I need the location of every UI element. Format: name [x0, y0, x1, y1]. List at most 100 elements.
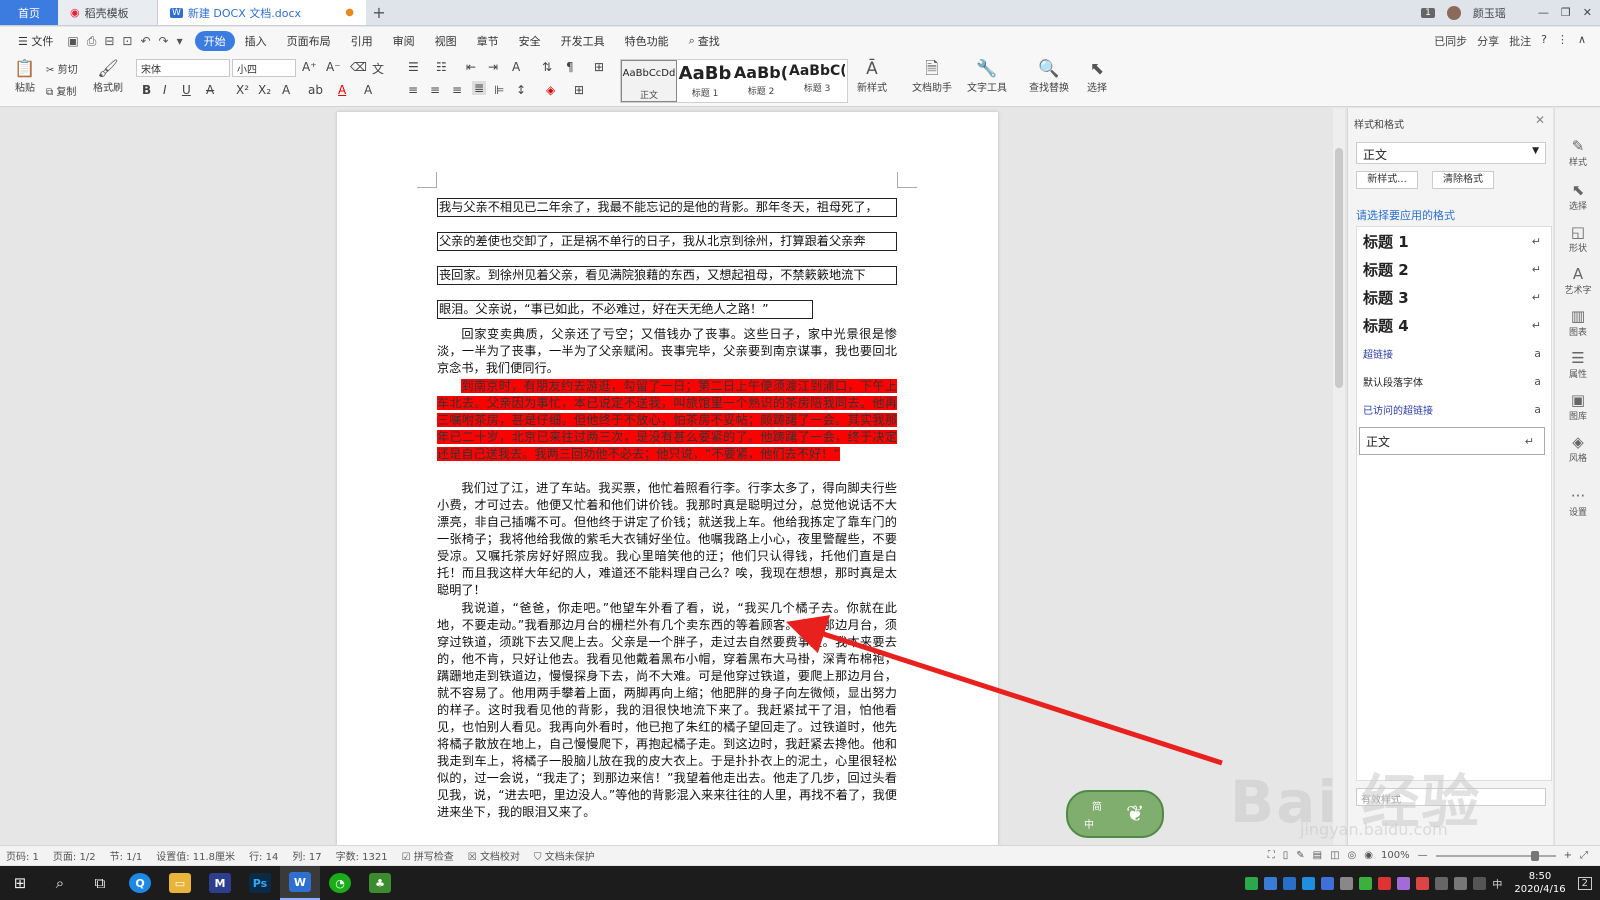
taskbar-explorer[interactable]: ▭ [160, 866, 200, 900]
align-left-icon[interactable]: ≡ [408, 83, 418, 97]
status-page[interactable]: 页码: 1 [6, 848, 39, 863]
align-right-icon[interactable]: ≡ [452, 83, 462, 97]
style-list-item[interactable]: 标题 1 ↵ [1357, 227, 1551, 255]
globe-icon[interactable]: ◎ [1348, 850, 1357, 861]
menu-file[interactable]: ☰ 文件 [8, 31, 63, 51]
tool-styles[interactable]: ✎ 样式 [1555, 138, 1600, 169]
taskbar-app-m[interactable]: M [200, 866, 240, 900]
task-view-icon[interactable]: ⧉ [80, 866, 120, 900]
tray-cloud-icon[interactable] [1302, 876, 1316, 890]
tray-pen-icon[interactable] [1473, 876, 1487, 890]
taskbar-app-green[interactable]: ♣ [360, 866, 400, 900]
maximize-button[interactable]: ❐ [1561, 6, 1571, 19]
new-tab-button[interactable]: + [366, 0, 392, 25]
print-icon[interactable]: ⊟ [100, 34, 118, 48]
tab-document[interactable]: W 新建 DOCX 文档.docx ● [158, 0, 366, 25]
protect-status[interactable]: ⛉ 文档未保护 [534, 848, 595, 863]
grow-font-icon[interactable]: A⁺ [302, 60, 317, 74]
system-clock[interactable]: 8:50 2020/4/16 [1514, 870, 1565, 896]
tray-mic-icon[interactable] [1340, 876, 1354, 890]
tool-select[interactable]: ⬉ 选择 [1555, 182, 1600, 213]
char-shading-icon[interactable]: A [364, 83, 372, 97]
menu-search[interactable]: ⌕ 查找 [679, 31, 730, 51]
collapse-ribbon-icon[interactable]: ∧ [1578, 33, 1586, 49]
style-heading-1[interactable]: AaBb 标题 1 [677, 60, 733, 102]
ime-mode-simplified[interactable]: 简 [1092, 798, 1102, 813]
preview-icon[interactable]: ⊡ [118, 34, 136, 48]
save-icon[interactable]: ▣ [63, 34, 82, 48]
cut-button[interactable]: ✂ 剪切 [46, 61, 78, 76]
document-canvas[interactable]: 我与父亲不相见已二年余了，我最不能忘记的是他的背影。那年冬天，祖母死了， 父亲的… [0, 108, 1330, 845]
taskbar-wechat[interactable]: ◔ [320, 866, 360, 900]
pinyin-icon[interactable]: 文 [372, 60, 384, 77]
menu-insert[interactable]: 插入 [235, 31, 277, 51]
help-icon[interactable]: ? [1541, 33, 1547, 49]
line-spacing-icon[interactable]: ↕ [516, 83, 526, 97]
web-view-icon[interactable]: ◫ [1330, 850, 1339, 861]
panel-close-icon[interactable]: ✕ [1535, 113, 1545, 127]
clear-format-icon[interactable]: ⌫ [350, 60, 367, 74]
status-section[interactable]: 节: 1/1 [110, 848, 143, 863]
tray-network-icon[interactable] [1435, 876, 1449, 890]
style-heading-2[interactable]: AaBb(标题 2 [733, 60, 789, 102]
customize-chevron-icon[interactable]: ▾ [173, 34, 187, 48]
doc-helper-button[interactable]: 🗎 文档助手 [910, 59, 954, 94]
style-list-item[interactable]: 已访问的超链接 a [1357, 395, 1551, 423]
eye-icon[interactable]: ◉ [1364, 850, 1373, 861]
increase-indent-icon[interactable]: ⇥ [488, 60, 498, 74]
shading-icon[interactable]: ◈ [546, 83, 555, 97]
tray-purple-icon[interactable] [1397, 876, 1411, 890]
font-color-icon[interactable]: A [338, 83, 346, 97]
menu-references[interactable]: 引用 [341, 31, 383, 51]
tray-volume-icon[interactable] [1454, 876, 1468, 890]
zoom-level[interactable]: 100% [1381, 850, 1410, 861]
text-effect-icon[interactable]: A [282, 83, 290, 97]
tool-properties[interactable]: ☰ 属性 [1555, 350, 1600, 381]
menu-chapter[interactable]: 章节 [467, 31, 509, 51]
edit-mode-icon[interactable]: ✎ [1296, 850, 1304, 861]
menu-view[interactable]: 视图 [425, 31, 467, 51]
tray-box-icon[interactable] [1264, 876, 1278, 890]
bullets-icon[interactable]: ☰ [408, 60, 419, 74]
strikethrough-icon[interactable]: A [206, 83, 214, 97]
new-style-button[interactable]: Ā 新样式 [852, 59, 892, 94]
sync-status[interactable]: 已同步 [1434, 33, 1467, 49]
close-button[interactable]: ✕ [1583, 6, 1592, 19]
windows-start-icon[interactable]: ⊞ [0, 866, 40, 900]
style-list-item[interactable]: 正文 ↵ [1359, 427, 1545, 455]
copy-button[interactable]: ⧉ 复制 [46, 83, 76, 98]
panel-clear-format-button[interactable]: 清除格式 [1432, 171, 1494, 189]
tool-theme[interactable]: ◈ 风格 [1555, 434, 1600, 465]
status-pages[interactable]: 页面: 1/2 [53, 848, 96, 863]
distributed-icon[interactable]: ⊫ [494, 83, 504, 97]
print-preview-icon[interactable]: ⎙ [83, 34, 101, 49]
style-list-item[interactable]: 默认段落字体 a [1357, 367, 1551, 395]
tray-shield-icon[interactable] [1283, 876, 1297, 890]
sort-icon[interactable]: ⇅ [542, 60, 552, 74]
shrink-font-icon[interactable]: A⁻ [326, 60, 341, 74]
tool-gallery[interactable]: ▣ 图库 [1555, 392, 1600, 423]
taskbar-qq-browser[interactable]: Q [120, 866, 160, 900]
undo-icon[interactable]: ↶ [136, 34, 154, 48]
notification-center[interactable]: 2 [1577, 876, 1592, 890]
share-button[interactable]: 分享 [1477, 33, 1499, 49]
style-list-item[interactable]: 超链接 a [1357, 339, 1551, 367]
align-center-icon[interactable]: ≡ [430, 83, 440, 97]
menu-features[interactable]: 特色功能 [615, 31, 679, 51]
scroll-thumb[interactable] [1335, 148, 1343, 388]
borders-icon[interactable]: ⊞ [574, 83, 584, 97]
spell-check-button[interactable]: ☑ 拼写检查 [402, 848, 454, 863]
text-tools-button[interactable]: 🔧 文字工具 [962, 59, 1012, 94]
view-mode-icon[interactable]: ▯ [1283, 850, 1289, 861]
style-heading-3[interactable]: AaBbC(标题 3 [789, 60, 845, 102]
menu-page-layout[interactable]: 页面布局 [277, 31, 341, 51]
underline-icon[interactable]: U [182, 83, 191, 97]
redo-icon[interactable]: ↷ [155, 34, 173, 48]
vertical-scrollbar[interactable] [1333, 108, 1345, 845]
highlight-icon[interactable]: ab [308, 83, 323, 97]
style-list-item[interactable]: 标题 4 ↵ [1357, 311, 1551, 339]
window-count-badge[interactable]: 1 [1421, 7, 1435, 18]
ime-widget[interactable]: 简 中 ❦ [1066, 790, 1164, 838]
fit-window-icon[interactable]: ⤢ [1580, 850, 1588, 861]
more-icon[interactable]: ⋮ [1557, 33, 1568, 49]
